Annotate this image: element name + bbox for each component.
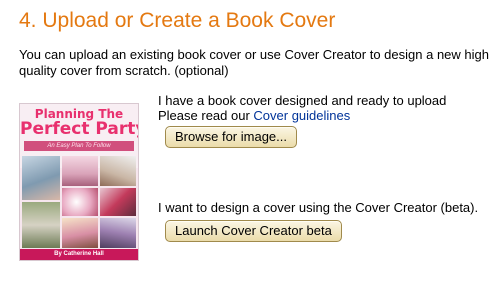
intro-line-2: quality cover from scratch. (optional) — [19, 63, 229, 78]
cover-subtitle: An Easy Plan To Follow — [24, 141, 134, 151]
browse-for-image-button[interactable]: Browse for image... — [165, 126, 297, 148]
cover-photo-gifts — [100, 218, 136, 248]
cover-photo-drinks — [22, 156, 60, 200]
cover-guidelines-link[interactable]: Cover guidelines — [253, 108, 350, 123]
cover-author: By Catherine Hall — [20, 249, 138, 260]
launch-cover-creator-button[interactable]: Launch Cover Creator beta — [165, 220, 342, 242]
upload-option-text: I have a book cover designed and ready t… — [158, 93, 447, 108]
cover-creator-option-text: I want to design a cover using the Cover… — [158, 200, 479, 215]
cover-photo-cake — [62, 156, 98, 186]
cover-title-line-2: Perfect Party — [20, 119, 139, 139]
cover-photo-glasses — [22, 202, 60, 248]
intro-line-1: You can upload an existing book cover or… — [19, 47, 489, 62]
cover-photo-collage — [20, 154, 138, 252]
cover-photo-flowers — [100, 188, 136, 216]
section-intro: You can upload an existing book cover or… — [19, 47, 499, 79]
cover-photo-table — [100, 156, 136, 186]
cover-photo-sweets — [62, 188, 98, 216]
guidelines-line: Please read our Cover guidelines — [158, 108, 350, 123]
guidelines-prefix: Please read our — [158, 108, 254, 123]
book-cover-thumbnail: Planning The Perfect Party An Easy Plan … — [19, 103, 139, 261]
cover-photo-cupcakes — [62, 218, 98, 248]
section-title: 4. Upload or Create a Book Cover — [19, 9, 336, 32]
